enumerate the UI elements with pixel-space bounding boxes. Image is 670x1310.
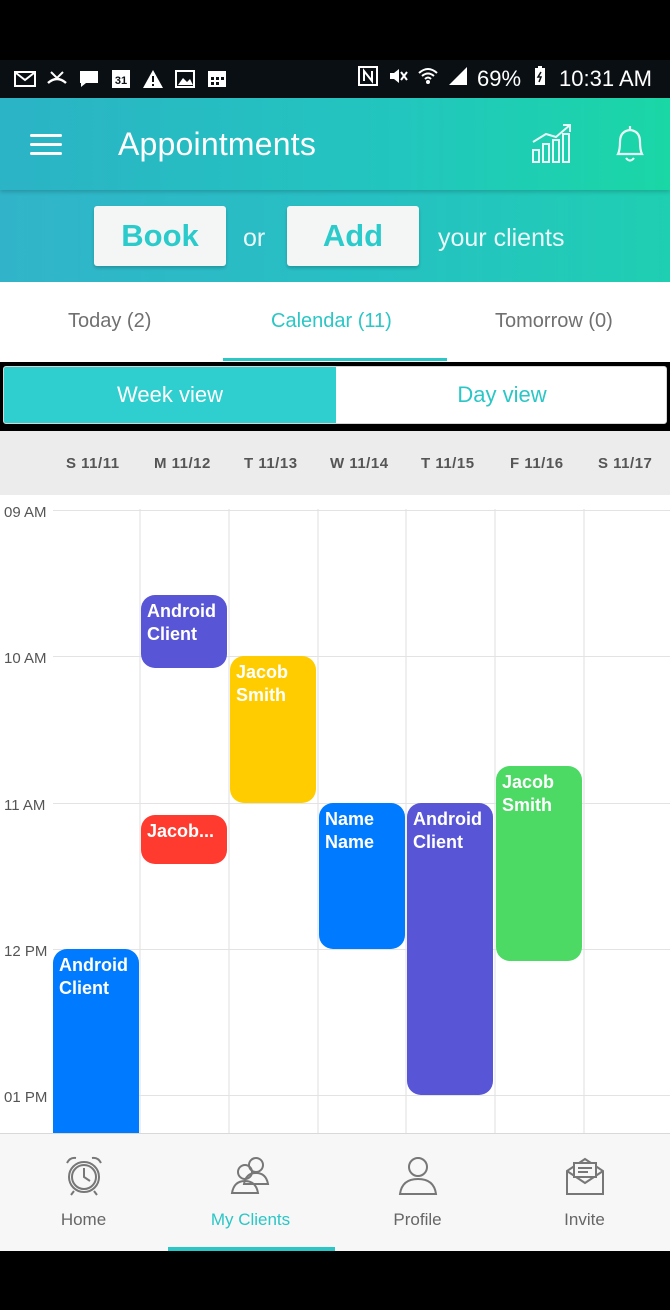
status-bar: 31 69% 10:31 AM bbox=[0, 60, 670, 98]
nav-my-clients-label: My Clients bbox=[210, 1210, 291, 1229]
alarm-clock-icon bbox=[66, 1156, 102, 1196]
time-label: 12 PM bbox=[4, 943, 48, 960]
time-label: 11 AM bbox=[4, 797, 46, 814]
add-button[interactable]: Add bbox=[287, 206, 419, 266]
bottom-bezel bbox=[0, 1251, 670, 1310]
analytics-chart-icon[interactable] bbox=[530, 122, 574, 164]
wifi-icon bbox=[417, 65, 439, 93]
warning-icon bbox=[142, 69, 164, 89]
booking-bar: Book Add bbox=[0, 190, 670, 282]
page-title: Appointments bbox=[118, 126, 317, 162]
day-header-wed: W 11/14 bbox=[330, 455, 389, 472]
top-bezel bbox=[0, 0, 670, 60]
appointment-event[interactable]: Name Name bbox=[319, 802, 405, 949]
app-bar: Appointments bbox=[0, 98, 670, 190]
your-clients-label: your clients bbox=[438, 224, 565, 252]
day-header-sun: S 11/11 bbox=[66, 455, 120, 472]
users-icon bbox=[230, 1157, 270, 1194]
day-header-mon: M 11/12 bbox=[154, 455, 211, 472]
calendar-app-icon: 31 bbox=[110, 69, 132, 89]
appointment-event[interactable]: Jacob... bbox=[141, 814, 227, 864]
gmail-icon bbox=[14, 69, 36, 89]
appointment-event[interactable]: Jacob Smith bbox=[230, 656, 316, 803]
clock-time: 10:31 AM bbox=[559, 66, 652, 91]
menu-icon[interactable] bbox=[30, 134, 62, 156]
week-view-button[interactable]: Week view bbox=[4, 367, 336, 423]
day-header-thu: T 11/15 bbox=[421, 455, 475, 472]
day-header-fri: F 11/16 bbox=[510, 455, 564, 472]
missed-call-icon bbox=[46, 69, 68, 89]
book-button[interactable]: Book bbox=[94, 206, 226, 266]
user-icon bbox=[398, 1157, 438, 1195]
day-divider bbox=[139, 509, 141, 1133]
time-label: 09 AM bbox=[4, 504, 47, 521]
battery-percent: 69% bbox=[477, 66, 522, 91]
time-label: 01 PM bbox=[4, 1089, 48, 1106]
bell-icon[interactable] bbox=[610, 122, 650, 166]
hour-line bbox=[53, 510, 670, 511]
day-header-tue: T 11/13 bbox=[244, 455, 298, 472]
day-view-button[interactable]: Day view bbox=[336, 367, 666, 423]
calendar-grid[interactable]: 09 AM 10 AM 11 AM 12 PM 01 PM Android Cl… bbox=[0, 495, 670, 1133]
svg-text:31: 31 bbox=[115, 75, 127, 87]
bottom-navigation: Home My Clients Profile Invite bbox=[0, 1133, 670, 1251]
gallery-icon bbox=[174, 69, 196, 89]
appointment-event[interactable]: Android Client bbox=[407, 802, 493, 1096]
appointment-event[interactable]: Android Client bbox=[141, 595, 227, 669]
week-day-header: S 11/11 M 11/12 T 11/13 W 11/14 T 11/15 … bbox=[0, 431, 670, 495]
tab-bar: Today (2) Calendar (11) Tomorrow (0) bbox=[0, 282, 670, 362]
appointment-event[interactable]: Jacob Smith bbox=[496, 766, 582, 962]
day-header-sat: S 11/17 bbox=[598, 455, 653, 472]
hour-line bbox=[53, 1095, 670, 1096]
time-label: 10 AM bbox=[4, 650, 47, 667]
nav-profile[interactable]: Profile bbox=[334, 1134, 501, 1252]
day-divider bbox=[583, 509, 585, 1133]
nav-profile-label: Profile bbox=[393, 1210, 442, 1229]
nav-invite[interactable]: Invite bbox=[501, 1134, 668, 1252]
tab-today[interactable]: Today (2) bbox=[68, 310, 151, 333]
tab-tomorrow[interactable]: Tomorrow (0) bbox=[495, 310, 613, 333]
nfc-icon bbox=[357, 65, 379, 93]
nav-home[interactable]: Home bbox=[0, 1134, 167, 1252]
active-tab-indicator bbox=[223, 358, 447, 361]
day-divider bbox=[228, 509, 230, 1133]
battery-icon bbox=[529, 65, 551, 93]
envelope-icon bbox=[566, 1157, 604, 1195]
tab-calendar[interactable]: Calendar (11) bbox=[271, 310, 392, 333]
signal-icon bbox=[447, 65, 469, 93]
mute-icon bbox=[387, 65, 409, 93]
or-label: or bbox=[243, 224, 266, 252]
nav-home-label: Home bbox=[60, 1210, 107, 1229]
appointment-event[interactable]: Android Client bbox=[53, 948, 139, 1133]
message-icon bbox=[78, 69, 100, 89]
calendar-grid-icon bbox=[206, 69, 228, 89]
nav-invite-label: Invite bbox=[564, 1210, 605, 1229]
nav-my-clients[interactable]: My Clients bbox=[167, 1134, 334, 1252]
view-toggle: Week view Day view bbox=[3, 366, 667, 424]
